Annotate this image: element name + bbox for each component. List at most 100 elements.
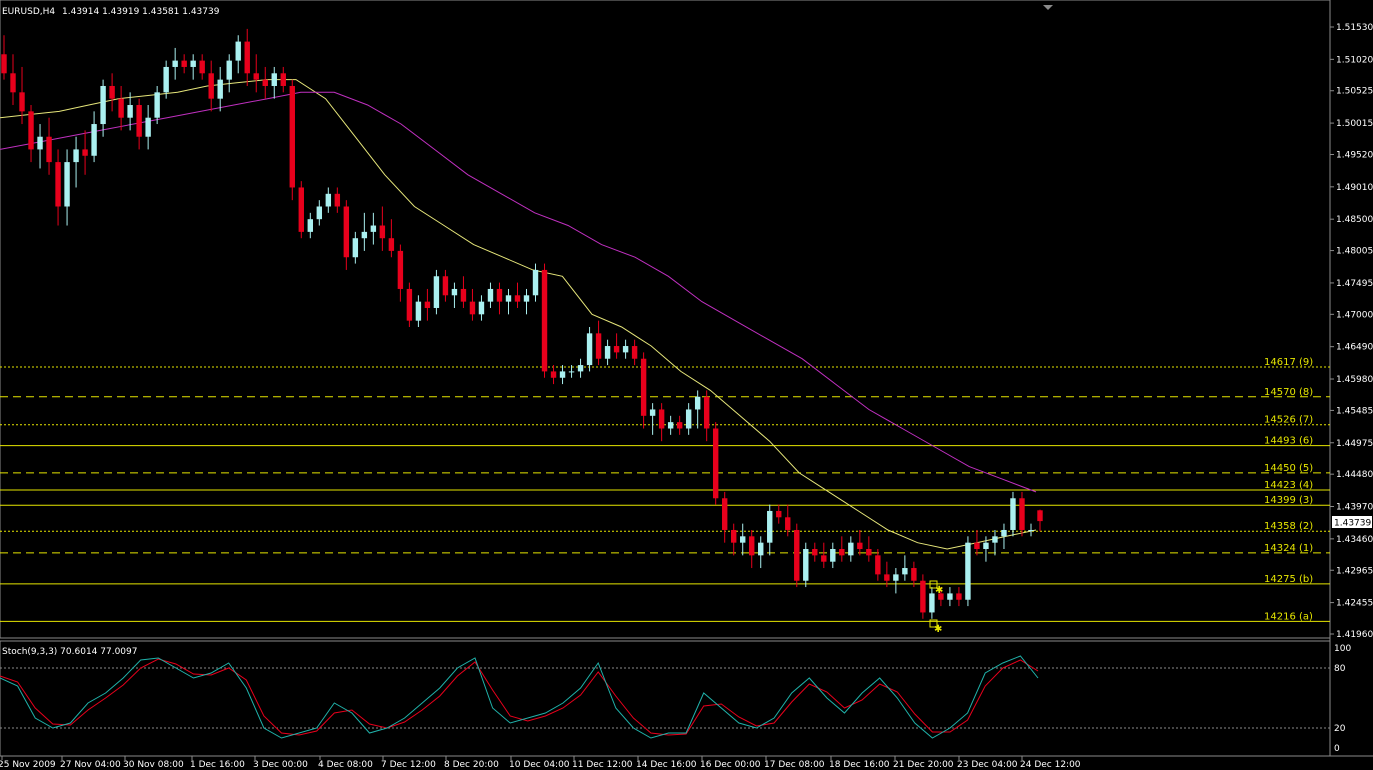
candle-body — [100, 85, 106, 125]
price-tick-label: 1.43460 — [1336, 535, 1373, 545]
candle-body — [442, 276, 449, 296]
candle-body — [676, 422, 683, 429]
candle-body — [262, 79, 268, 86]
candle-body — [397, 250, 404, 289]
time-tick-label: 24 Dec 12:00 — [1020, 760, 1081, 770]
candle-body — [622, 346, 629, 353]
candle-body — [343, 206, 350, 258]
candle-body — [208, 73, 214, 99]
stochastic-pane[interactable] — [0, 640, 1331, 757]
candle-body — [469, 301, 476, 315]
candle-body — [298, 187, 304, 232]
price-tick-label: 1.45485 — [1336, 406, 1373, 416]
candle-body — [586, 333, 593, 366]
time-tick-label: 30 Nov 08:00 — [123, 760, 184, 770]
candle — [965, 536, 971, 607]
candle — [298, 181, 304, 239]
candle-body — [523, 295, 530, 302]
symbol-title: EURUSD,H4 — [2, 7, 55, 17]
candle-body — [532, 269, 539, 296]
price-tick-label: 1.42965 — [1336, 566, 1373, 576]
level-label: 14399 (3) — [1264, 495, 1313, 506]
candle — [712, 422, 719, 505]
candle-body — [577, 365, 584, 372]
candle-body — [361, 231, 368, 239]
candle-body — [415, 301, 422, 321]
candle-body — [487, 288, 494, 302]
candle — [1010, 491, 1016, 537]
candle-body — [640, 358, 647, 416]
candle-body — [19, 92, 25, 112]
candle-body — [1037, 510, 1043, 522]
candle-body — [190, 60, 196, 67]
candle — [803, 542, 809, 588]
candle-body — [352, 238, 359, 258]
candle-body — [181, 60, 187, 67]
candle-body — [694, 396, 701, 410]
price-tick-label: 1.49010 — [1336, 183, 1373, 193]
candle-body — [794, 529, 800, 581]
candle-body — [280, 73, 286, 86]
price-tick-label: 1.41960 — [1336, 630, 1373, 640]
candle-body — [118, 98, 124, 118]
candle-body — [1010, 498, 1016, 530]
candle-body — [1028, 529, 1034, 531]
price-tick-label: 1.48500 — [1336, 215, 1373, 225]
candle-body — [307, 219, 313, 232]
candle-body — [370, 225, 377, 232]
time-tick-label: 25 Nov 2009 — [0, 760, 56, 770]
marker-star-a: ✱ — [934, 624, 942, 635]
candle-body — [244, 41, 250, 74]
time-tick-label: 8 Dec 20:00 — [444, 760, 499, 770]
candle — [920, 574, 926, 619]
candle-body — [839, 549, 845, 556]
stoch-tick-label: 80 — [1334, 664, 1346, 674]
candle-body — [821, 555, 827, 562]
candle — [406, 282, 413, 328]
time-tick-label: 23 Dec 04:00 — [957, 760, 1018, 770]
level-label: 14358 (2) — [1264, 521, 1313, 532]
price-tick-label: 1.45980 — [1336, 375, 1373, 385]
candle-body — [550, 371, 557, 378]
candle-body — [10, 73, 16, 93]
candle-body — [154, 92, 160, 118]
candle-body — [685, 409, 692, 429]
candle-body — [721, 498, 728, 530]
candle-body — [55, 162, 61, 207]
candle-body — [703, 396, 710, 429]
candle-body — [163, 66, 169, 93]
candle-body — [514, 295, 521, 302]
candle-body — [956, 593, 962, 600]
level-label: 14617 (9) — [1264, 357, 1313, 368]
price-tick-label: 1.47000 — [1336, 310, 1373, 320]
time-tick-label: 21 Dec 20:00 — [893, 760, 954, 770]
candle-body — [857, 542, 863, 550]
stoch-tick-label: 20 — [1334, 724, 1346, 734]
price-tick-label: 1.51530 — [1336, 23, 1373, 33]
time-tick-label: 17 Dec 08:00 — [764, 760, 825, 770]
marker-star-b: ✱ — [935, 585, 943, 596]
candle-body — [595, 333, 602, 359]
chart-window[interactable]: ✱ ✱ 1.515301.510201.505251.500151.495201… — [0, 0, 1373, 770]
candle-body — [740, 536, 746, 543]
candle-body — [235, 41, 241, 61]
candle-body — [911, 568, 917, 581]
level-label: 14216 (a) — [1264, 611, 1313, 622]
candle-body — [433, 276, 440, 308]
candle-body — [496, 288, 503, 302]
candle-body — [136, 105, 142, 137]
candle-body — [226, 60, 232, 80]
stoch-tick-label: 0 — [1334, 744, 1340, 754]
candle-body — [658, 409, 665, 429]
candle — [1019, 491, 1025, 537]
candle — [794, 523, 800, 588]
candle-body — [64, 162, 70, 207]
time-tick-label: 4 Dec 08:00 — [318, 760, 373, 770]
candle-body — [613, 346, 620, 353]
candle-body — [217, 79, 223, 99]
candle-body — [82, 149, 88, 156]
main-chart-pane[interactable] — [0, 0, 1331, 639]
candle-body — [199, 60, 205, 74]
price-tick-label: 1.50015 — [1336, 119, 1373, 129]
candle-body — [46, 136, 52, 163]
